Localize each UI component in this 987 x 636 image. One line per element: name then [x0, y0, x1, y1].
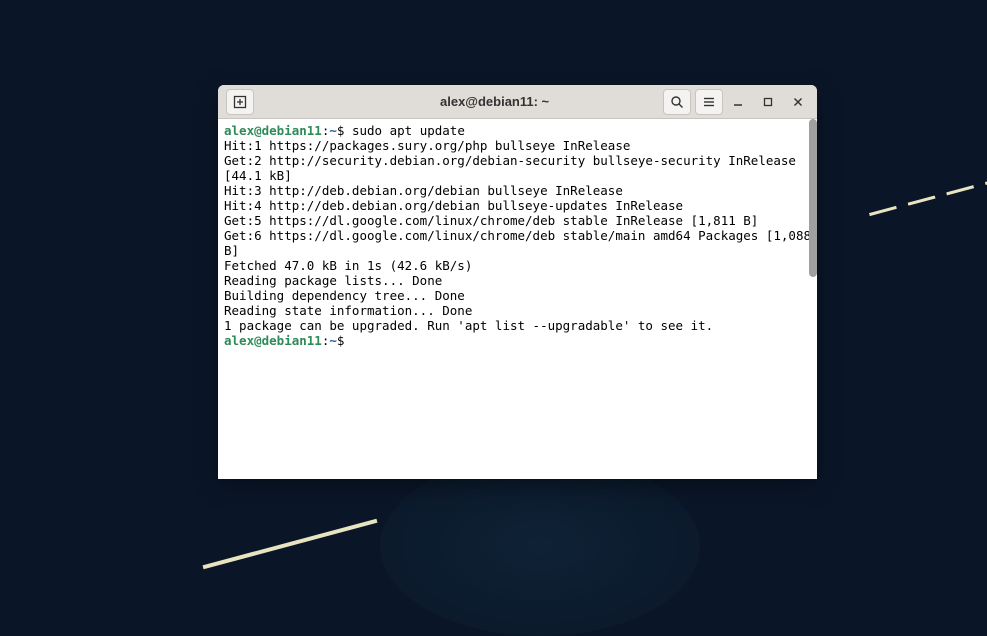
- terminal-line: Fetched 47.0 kB in 1s (42.6 kB/s): [224, 258, 811, 273]
- terminal-line: alex@debian11:~$ sudo apt update: [224, 123, 811, 138]
- prompt-path: ~: [329, 123, 337, 138]
- new-tab-icon: [233, 95, 247, 109]
- scrollbar-track[interactable]: [809, 119, 817, 479]
- maximize-button[interactable]: [755, 89, 781, 115]
- maximize-icon: [763, 97, 773, 107]
- window-title: alex@debian11: ~: [440, 94, 549, 109]
- background-shape: [380, 456, 700, 636]
- prompt-dollar: $: [337, 333, 352, 348]
- prompt-path: ~: [329, 333, 337, 348]
- titlebar[interactable]: alex@debian11: ~: [218, 85, 817, 119]
- menu-button[interactable]: [695, 89, 723, 115]
- prompt-dollar: $: [337, 123, 352, 138]
- background-decoration-line: [869, 177, 987, 216]
- close-button[interactable]: [785, 89, 811, 115]
- terminal-body[interactable]: alex@debian11:~$ sudo apt updateHit:1 ht…: [218, 119, 817, 479]
- command-text: sudo apt update: [352, 123, 465, 138]
- hamburger-icon: [702, 95, 716, 109]
- terminal-line: Reading package lists... Done: [224, 273, 811, 288]
- close-icon: [793, 97, 803, 107]
- terminal-line: Reading state information... Done: [224, 303, 811, 318]
- window-controls: [725, 89, 811, 115]
- minimize-icon: [733, 97, 743, 107]
- terminal-line: Get:2 http://security.debian.org/debian-…: [224, 153, 811, 183]
- terminal-line: Hit:4 http://deb.debian.org/debian bulls…: [224, 198, 811, 213]
- background-decoration-line: [203, 519, 378, 569]
- terminal-line: 1 package can be upgraded. Run 'apt list…: [224, 318, 811, 333]
- new-tab-button[interactable]: [226, 89, 254, 115]
- terminal-line: Hit:1 https://packages.sury.org/php bull…: [224, 138, 811, 153]
- terminal-line: Hit:3 http://deb.debian.org/debian bulls…: [224, 183, 811, 198]
- minimize-button[interactable]: [725, 89, 751, 115]
- terminal-line: Get:5 https://dl.google.com/linux/chrome…: [224, 213, 811, 228]
- terminal-window: alex@debian11: ~: [218, 85, 817, 479]
- search-icon: [670, 95, 684, 109]
- scrollbar-thumb[interactable]: [809, 119, 817, 277]
- terminal-line: alex@debian11:~$: [224, 333, 811, 348]
- terminal-line: Building dependency tree... Done: [224, 288, 811, 303]
- terminal-line: Get:6 https://dl.google.com/linux/chrome…: [224, 228, 811, 258]
- prompt-user-host: alex@debian11: [224, 123, 322, 138]
- prompt-user-host: alex@debian11: [224, 333, 322, 348]
- search-button[interactable]: [663, 89, 691, 115]
